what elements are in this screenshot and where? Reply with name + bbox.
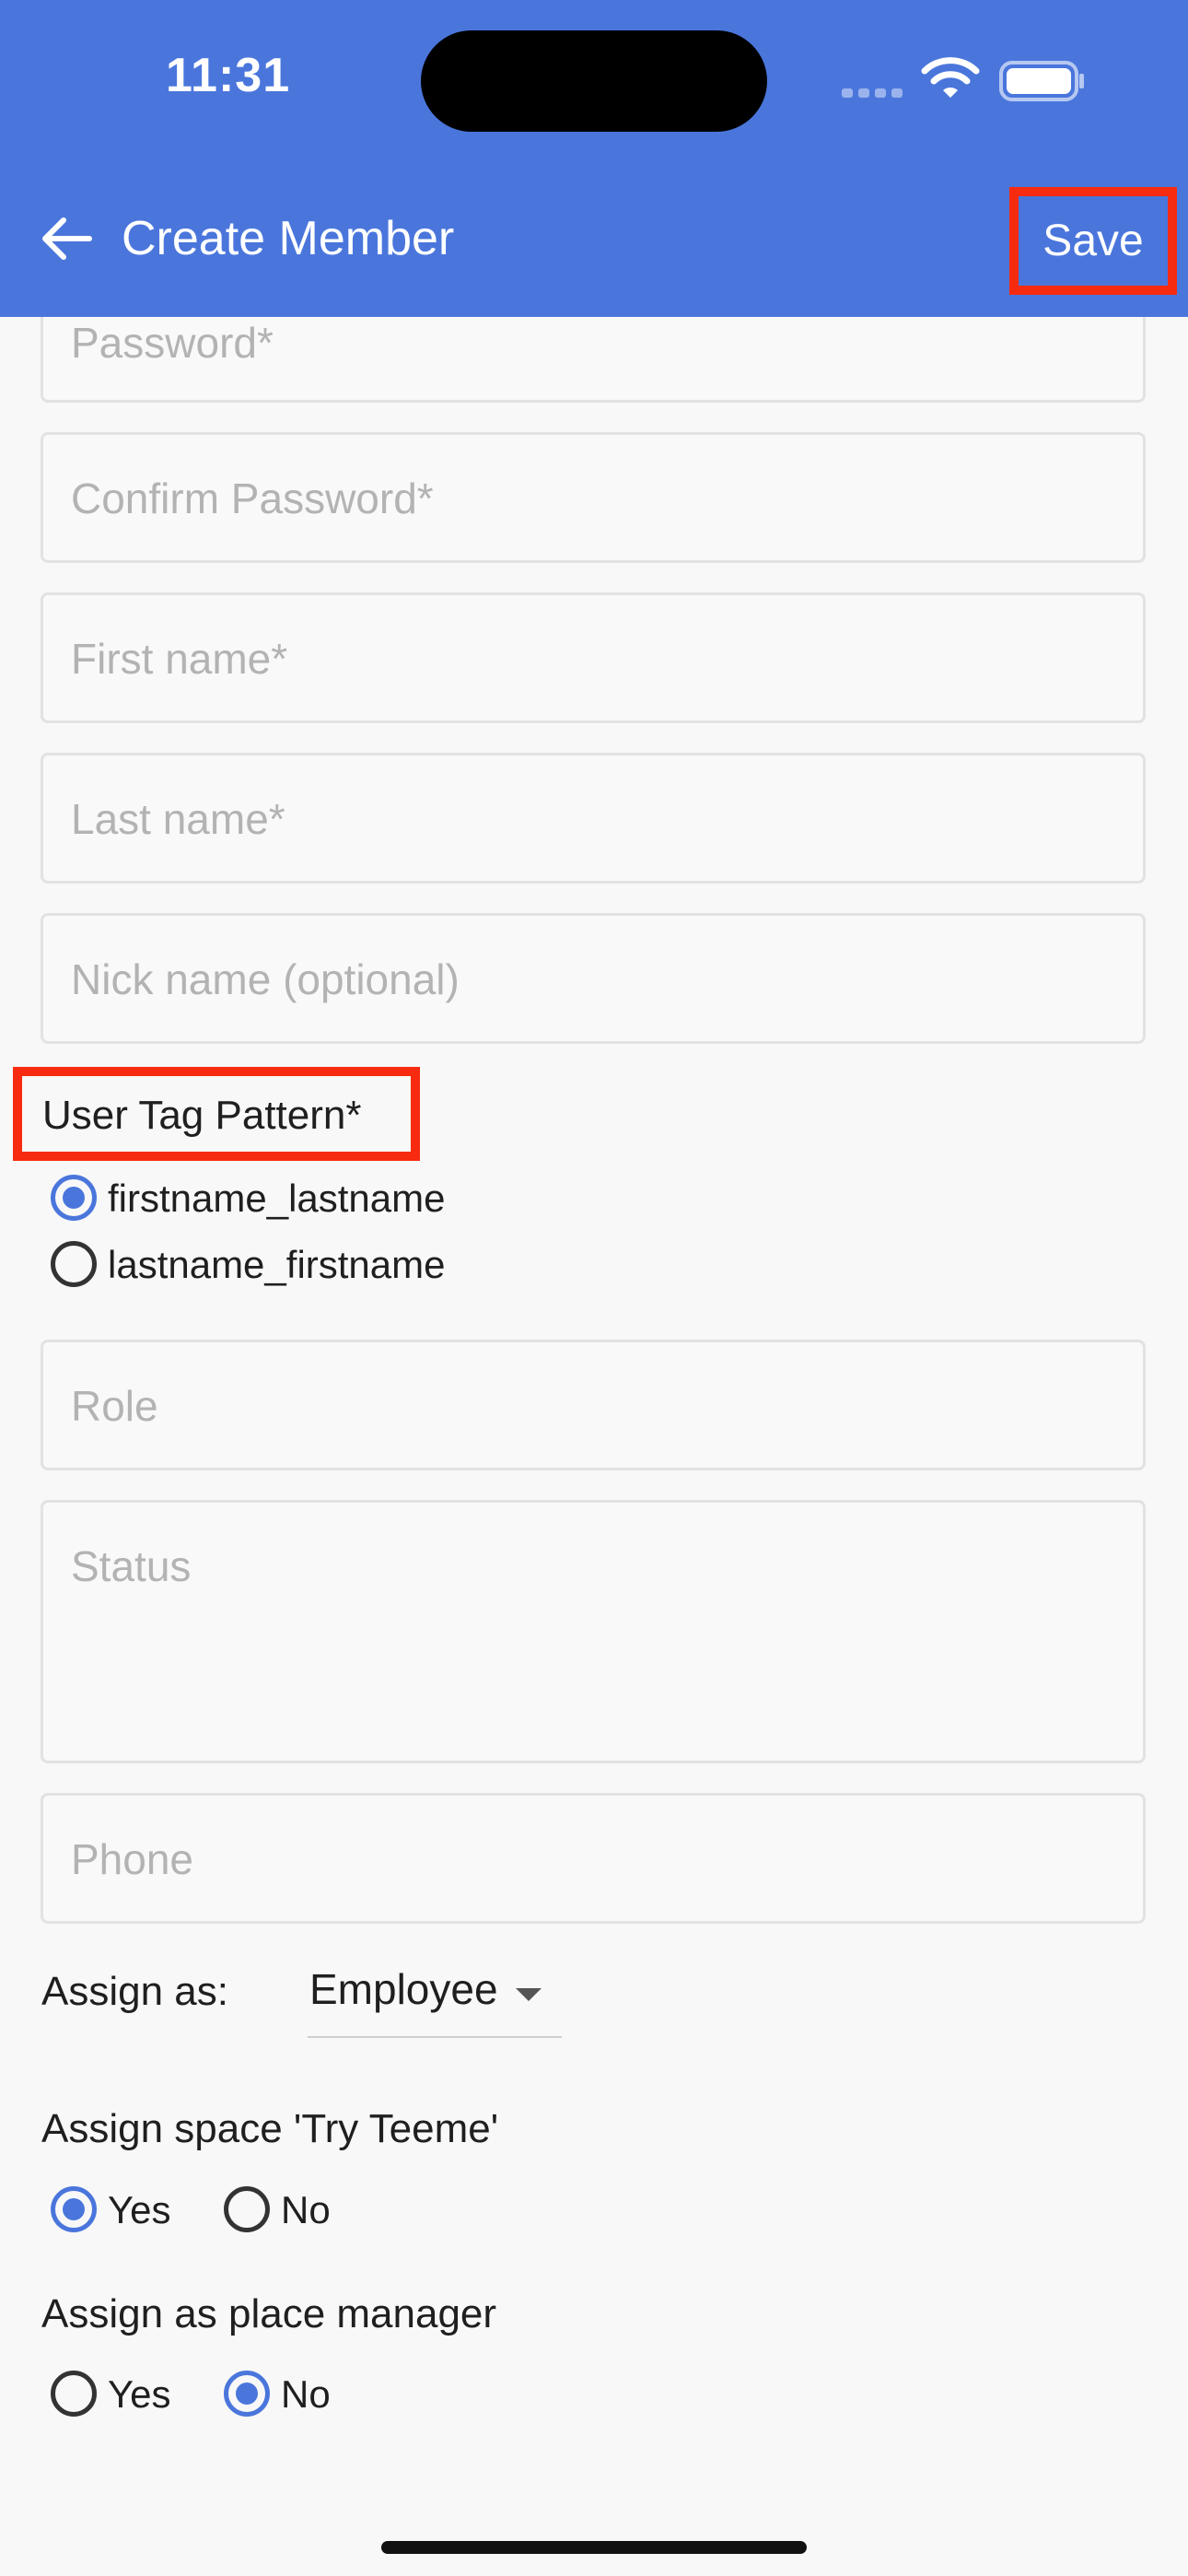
save-button[interactable]: Save [1009,187,1177,295]
wifi-icon [921,57,980,106]
page-title: Create Member [122,212,455,265]
assign-place-manager-label: Assign as place manager [41,2291,497,2336]
assign-as-value: Employee [309,1965,498,2013]
nick-name-field[interactable]: Nick name (optional) [41,913,1146,1044]
assign-space-label: Assign space 'Try Teeme' [41,2106,499,2151]
radio-place-manager-no[interactable] [224,2371,270,2417]
role-field[interactable]: Role [41,1340,1146,1470]
place-manager-no-label: No [281,2372,331,2416]
last-name-placeholder: Last name* [71,795,285,843]
option-lastname-firstname-label: lastname_firstname [108,1243,446,1286]
user-tag-pattern-label: User Tag Pattern* [42,1093,362,1138]
status-placeholder: Status [71,1542,192,1590]
radio-assign-space-yes[interactable] [51,2186,97,2232]
dynamic-island [421,30,767,132]
back-arrow-icon[interactable] [37,208,98,269]
confirm-password-field[interactable]: Confirm Password* [41,432,1146,563]
status-field[interactable]: Status [41,1500,1146,1763]
radio-place-manager-yes[interactable] [51,2371,97,2417]
app-bar: 11:31 Create Member Save [0,0,1188,317]
cellular-signal-icon [842,86,908,102]
assign-space-yes-label: Yes [108,2188,171,2231]
chevron-down-icon [516,1988,542,2001]
confirm-password-placeholder: Confirm Password* [71,474,434,522]
first-name-field[interactable]: First name* [41,592,1146,723]
assign-as-label: Assign as: [41,1969,228,2014]
radio-firstname-lastname[interactable] [51,1175,97,1221]
first-name-placeholder: First name* [71,635,288,683]
phone-field[interactable]: Phone [41,1793,1146,1924]
home-indicator[interactable] [381,2541,807,2554]
password-placeholder: Password* [71,319,274,367]
status-time: 11:31 [166,49,291,102]
radio-lastname-firstname[interactable] [51,1241,97,1287]
option-firstname-lastname-label: firstname_lastname [108,1177,446,1220]
radio-assign-space-no[interactable] [224,2186,270,2232]
phone-placeholder: Phone [71,1835,194,1883]
last-name-field[interactable]: Last name* [41,753,1146,884]
battery-icon [999,61,1086,106]
nick-name-placeholder: Nick name (optional) [71,955,460,1003]
assign-as-dropdown[interactable]: Employee [308,1953,562,2038]
place-manager-yes-label: Yes [108,2372,171,2416]
role-placeholder: Role [71,1382,158,1430]
assign-space-no-label: No [281,2188,331,2231]
